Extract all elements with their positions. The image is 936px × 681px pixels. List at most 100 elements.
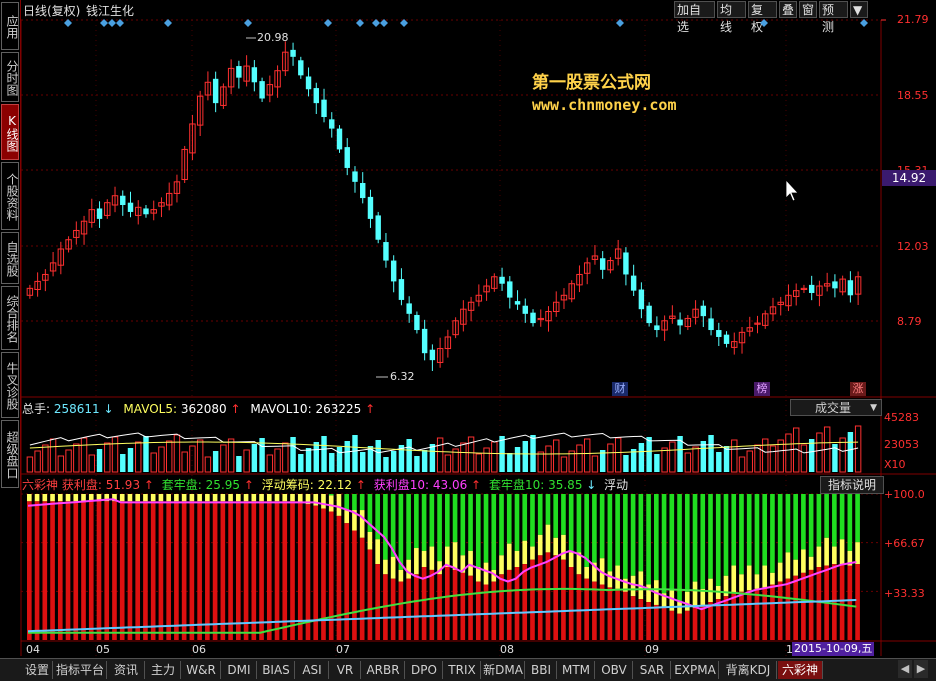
candle-body [290, 49, 296, 57]
floating-bar [398, 569, 404, 582]
kline-chart[interactable] [0, 0, 936, 658]
indicator-tab[interactable]: BBI [526, 661, 557, 679]
trapped-bar [669, 494, 675, 589]
indicator-tab[interactable]: OBV [596, 661, 633, 679]
volume-bar [816, 432, 823, 473]
floating-bar [832, 546, 837, 565]
volume-bar [181, 451, 188, 473]
event-diamond-icon [244, 19, 252, 27]
finance-marker[interactable]: 财 [612, 382, 628, 396]
trapped-bar [700, 494, 706, 589]
volume-bar [73, 443, 80, 473]
scroll-right-icon[interactable]: ▶ [914, 660, 928, 678]
indicator-tab[interactable]: 背离KDJ [720, 661, 777, 679]
arrow-down-icon: ↓ [103, 402, 114, 416]
low-price-label: 6.32 [390, 370, 415, 383]
floating-bar [839, 539, 845, 565]
indicator-help-button[interactable]: 指标说明 [820, 476, 884, 494]
floating-bar [506, 543, 512, 570]
volume-bar [266, 454, 274, 473]
trapped-bar [855, 494, 860, 543]
month-label: 04 [26, 643, 40, 656]
profit-bar [266, 501, 272, 640]
indicator-tab[interactable]: 资讯 [108, 661, 145, 679]
volume-bar [111, 436, 119, 473]
candle-body [298, 60, 304, 76]
trapped-bar [762, 494, 768, 566]
volume-bar [135, 441, 142, 473]
indicator-tab[interactable]: MTM [558, 661, 595, 679]
profit-bar [88, 501, 94, 640]
volume-bar [646, 437, 652, 472]
candle-body [700, 305, 707, 317]
indicator-tab[interactable]: VR [330, 661, 361, 679]
trapped-bar [623, 494, 628, 579]
trapped-bar [328, 494, 334, 496]
floating-label: 浮动筹码: [261, 478, 314, 492]
indicator-tab[interactable]: 设置 [22, 661, 53, 679]
total-volume-label: 总手: [22, 402, 51, 416]
volume-bar [49, 438, 57, 473]
trapped-bar [746, 494, 752, 566]
floating-bar [855, 542, 860, 565]
trapped-bar [468, 494, 473, 551]
profit-bar [630, 596, 636, 640]
ranking-marker[interactable]: 榜 [754, 382, 770, 396]
floating-bar [236, 494, 241, 502]
indicator-tab[interactable]: 六彩神 [778, 661, 823, 679]
indicator-tab[interactable]: BIAS [258, 661, 295, 679]
candle-body [514, 301, 521, 305]
volume-bar [723, 446, 730, 472]
floating-bar [143, 494, 148, 502]
floating-bar [375, 539, 380, 565]
indicator-tab[interactable]: SAR [634, 661, 671, 679]
y-tick-label: 21.79 [897, 13, 929, 26]
indicator-tab[interactable]: DMI [222, 661, 257, 679]
trapped-bar [553, 494, 559, 538]
arrow-up-icon: ↑ [230, 402, 241, 416]
volume-bar [305, 448, 312, 472]
profit-bar [777, 581, 783, 640]
indicator-tab[interactable]: TRIX [444, 661, 481, 679]
scroll-left-icon[interactable]: ◀ [898, 660, 912, 678]
volume-bar [491, 441, 498, 473]
indicator-tab[interactable]: 主力 [146, 661, 181, 679]
floating-bar [65, 494, 71, 502]
volume-bar [537, 451, 544, 473]
floating-bar [406, 559, 411, 579]
indicator-tick-label: +100.0 [884, 488, 925, 501]
trapped-bar [584, 494, 589, 567]
profit-bar [274, 501, 280, 640]
volume-bar [854, 425, 862, 473]
candle-body [499, 276, 505, 284]
volume-bar [189, 445, 196, 473]
arrow-up-icon: ↑ [365, 402, 376, 416]
y-tick-label: 18.55 [897, 89, 929, 102]
volume-bar [42, 444, 49, 473]
floating-bar [205, 494, 210, 502]
volume-bar [429, 444, 436, 472]
floating-bar [197, 494, 202, 502]
profit-bar [290, 501, 295, 640]
floating-bar [150, 494, 156, 502]
watermark-title: 第一股票公式网 [532, 73, 651, 93]
indicator-tab[interactable]: ARBR [362, 661, 405, 679]
volume-bar [96, 449, 103, 472]
indicator-tab[interactable]: W&R [182, 661, 221, 679]
volume-tick-label: 23053 [884, 438, 919, 451]
indicator-tab[interactable]: 新DMA [482, 661, 525, 679]
indicator-tab-bar: 设置 指标平台 资讯 主力 W&R DMI BIAS ASI VR ARBR DPO TRIX 新DMA… [0, 658, 936, 681]
floating-bar [50, 494, 55, 502]
indicator-tab[interactable]: EXPMA [672, 661, 719, 679]
arrow-up-icon: ↑ [143, 478, 154, 492]
volume-indicator-dropdown[interactable]: 成交量 ▼ [790, 399, 882, 416]
trapped-bar [824, 494, 829, 538]
indicator-tab[interactable]: 指标平台 [54, 661, 107, 679]
indicator-tick-label: +33.33 [884, 587, 925, 600]
indicator-tab[interactable]: ASI [296, 661, 329, 679]
profit-bar [855, 564, 860, 640]
month-label: 05 [96, 643, 110, 656]
limit-up-marker[interactable]: 涨 [850, 382, 866, 396]
volume-bar [483, 447, 490, 473]
indicator-tab[interactable]: DPO [406, 661, 443, 679]
